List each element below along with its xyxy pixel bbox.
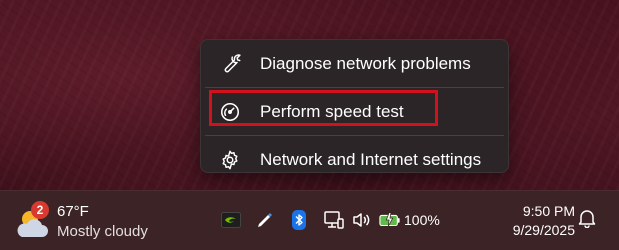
nvidia-icon[interactable] xyxy=(220,209,242,231)
clock-date: 9/29/2025 xyxy=(512,222,575,238)
menu-item-network-settings[interactable]: Network and Internet settings xyxy=(205,140,504,179)
bluetooth-icon[interactable] xyxy=(288,209,310,231)
network-context-menu: Diagnose network problems Perform speed … xyxy=(200,39,509,173)
volume-icon[interactable] xyxy=(351,209,373,231)
gear-icon xyxy=(219,149,241,171)
menu-item-speed-test[interactable]: Perform speed test xyxy=(205,92,504,131)
menu-item-label: Network and Internet settings xyxy=(260,149,482,169)
pen-icon[interactable] xyxy=(254,209,276,231)
menu-divider xyxy=(205,87,504,88)
wrench-icon xyxy=(219,53,241,75)
menu-item-diagnose-network[interactable]: Diagnose network problems xyxy=(205,44,504,83)
menu-item-label: Diagnose network problems xyxy=(260,53,471,73)
menu-item-label: Perform speed test xyxy=(260,101,404,121)
weather-notification-badge: 2 xyxy=(31,201,49,219)
clock[interactable]: 9:50 PM 9/29/2025 xyxy=(490,202,575,240)
menu-divider xyxy=(205,135,504,136)
weather-condition: Mostly cloudy xyxy=(57,223,148,240)
speedometer-icon xyxy=(219,101,241,123)
taskbar: 2 67°F Mostly cloudy 100% 9:50 PM 9/29/2… xyxy=(0,190,619,250)
clock-time: 9:50 PM xyxy=(522,203,575,219)
bell-icon[interactable] xyxy=(578,208,596,229)
battery-percentage: 100% xyxy=(404,212,440,228)
system-tray: 100% xyxy=(220,205,440,235)
weather-widget[interactable]: 2 67°F Mostly cloudy xyxy=(12,201,172,245)
weather-temperature: 67°F xyxy=(57,203,89,220)
battery-icon[interactable] xyxy=(379,209,401,231)
network-icon[interactable] xyxy=(323,209,345,231)
